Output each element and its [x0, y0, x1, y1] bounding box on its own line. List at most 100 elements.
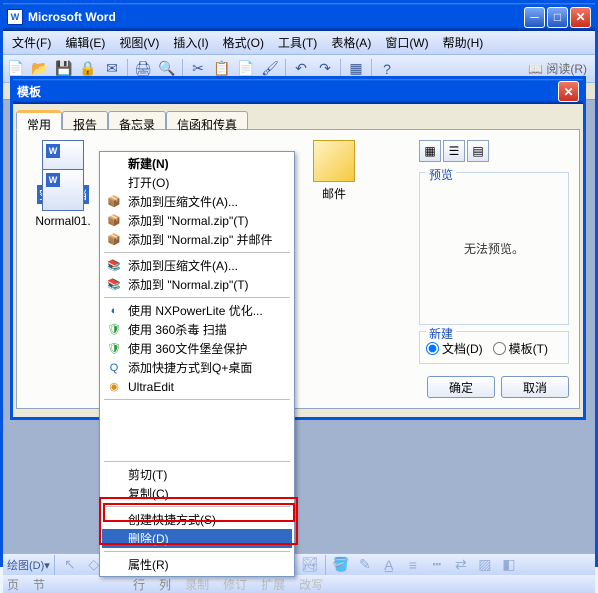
view-list-button[interactable]: ☰ [443, 140, 465, 162]
radio-document-input[interactable] [426, 342, 439, 355]
ctx-add-normal-mail[interactable]: 📦添加到 "Normal.zip" 并邮件 [102, 230, 292, 249]
shield-icon: 🛡 [106, 341, 122, 357]
menu-help[interactable]: 帮助(H) [436, 31, 491, 54]
draw-menu[interactable]: 绘图(D)▾ [7, 557, 50, 573]
menu-bar: 文件(F) 编辑(E) 视图(V) 插入(I) 格式(O) 工具(T) 表格(A… [3, 31, 595, 55]
tab-general[interactable]: 常用 [16, 111, 62, 130]
status-rec: 录制 [185, 576, 209, 593]
dialog-tabs: 常用 报告 备忘录 信函和传真 [13, 104, 583, 129]
3d-icon[interactable]: ◧ [498, 554, 520, 576]
line-style-icon[interactable]: ≡ [402, 554, 424, 576]
dialog-right-panel: ▦ ☰ ▤ 预览 无法预览。 新建 文档(D) 模板(T) 确定 取消 [419, 140, 569, 398]
cancel-button[interactable]: 取消 [501, 376, 569, 398]
ctx-add-zip2[interactable]: 📚添加到压缩文件(A)... [102, 256, 292, 275]
template-email[interactable]: 邮件 [298, 140, 370, 202]
menu-table[interactable]: 表格(A) [324, 31, 378, 54]
status-bar: 页 节 行 列 录制 修订 扩展 改写 [3, 575, 595, 593]
archive-icon: 📚 [106, 258, 122, 274]
arrow-style-icon[interactable]: ⇄ [450, 554, 472, 576]
separator [104, 551, 290, 552]
font-color-icon[interactable]: A̲ [378, 554, 400, 576]
separator [104, 252, 290, 253]
word-app-icon: W [7, 9, 23, 25]
template-normal[interactable]: Normal01. [27, 169, 99, 228]
view-large-icons-button[interactable]: ▦ [419, 140, 441, 162]
separator [104, 461, 290, 462]
ctx-add-normal2[interactable]: 📚添加到 "Normal.zip"(T) [102, 275, 292, 294]
tab-memos[interactable]: 备忘录 [108, 111, 166, 129]
select-arrow-icon[interactable]: ↖ [59, 554, 81, 576]
ctx-delete[interactable]: 删除(D) [102, 529, 292, 548]
fill-color-icon[interactable]: 🪣 [330, 554, 352, 576]
ctx-add-normal[interactable]: 📦添加到 "Normal.zip"(T) [102, 211, 292, 230]
ctx-shortcut[interactable]: 创建快捷方式(S) [102, 510, 292, 529]
radio-template[interactable]: 模板(T) [493, 340, 548, 357]
ctx-nxpower[interactable]: ◐使用 NXPowerLite 优化... [102, 301, 292, 320]
dialog-close-button[interactable]: ✕ [558, 81, 579, 102]
templates-dialog: 模板 ✕ 常用 报告 备忘录 信函和传真 空白文档 邮件 Normal01. [10, 76, 586, 420]
qplus-icon: Q [106, 360, 122, 376]
context-menu: 新建(N) 打开(O) 📦添加到压缩文件(A)... 📦添加到 "Normal.… [99, 151, 295, 577]
dialog-title: 模板 [17, 83, 558, 100]
dialog-titlebar[interactable]: 模板 ✕ [13, 79, 583, 104]
preview-group-label: 预览 [426, 166, 456, 183]
menu-view[interactable]: 视图(V) [112, 31, 166, 54]
ctx-cut[interactable]: 剪切(T) [102, 465, 292, 484]
main-titlebar[interactable]: W Microsoft Word ─ □ ✕ [3, 3, 595, 31]
status-sec: 节 [33, 576, 45, 593]
view-details-button[interactable]: ▤ [467, 140, 489, 162]
status-ovr: 改写 [299, 576, 323, 593]
window-title: Microsoft Word [28, 10, 524, 24]
menu-window[interactable]: 窗口(W) [378, 31, 435, 54]
shadow-icon[interactable]: ▨ [474, 554, 496, 576]
picture-icon[interactable]: 🏞 [299, 554, 321, 576]
ctx-add-zip[interactable]: 📦添加到压缩文件(A)... [102, 192, 292, 211]
menu-insert[interactable]: 插入(I) [166, 31, 215, 54]
separator [104, 399, 290, 400]
ctx-360scan[interactable]: 🛡使用 360杀毒 扫描 [102, 320, 292, 339]
status-line: 行 [133, 576, 145, 593]
tab-reports[interactable]: 报告 [62, 111, 108, 129]
ctx-open[interactable]: 打开(O) [102, 173, 292, 192]
menu-file[interactable]: 文件(F) [5, 31, 58, 54]
menu-tools[interactable]: 工具(T) [271, 31, 324, 54]
preview-group: 预览 无法预览。 [419, 172, 569, 325]
ultraedit-icon: ◉ [106, 379, 122, 395]
new-group: 新建 文档(D) 模板(T) [419, 331, 569, 364]
tab-letters[interactable]: 信函和传真 [166, 111, 248, 129]
ok-button[interactable]: 确定 [427, 376, 495, 398]
ctx-qplus[interactable]: Q添加快捷方式到Q+桌面 [102, 358, 292, 377]
ctx-new[interactable]: 新建(N) [102, 154, 292, 173]
line-color-icon[interactable]: ✎ [354, 554, 376, 576]
ctx-properties[interactable]: 属性(R) [102, 555, 292, 574]
menu-edit[interactable]: 编辑(E) [58, 31, 112, 54]
archive-icon: 📦 [106, 232, 122, 248]
drawing-toolbar: 绘图(D)▾ ↖ ◇ ＼ → ▭ ○ A 𝐴 ◈ 🖼 🏞 🪣 ✎ A̲ ≡ ┅ … [3, 553, 595, 575]
ctx-ultraedit[interactable]: ◉UltraEdit [102, 377, 292, 396]
nxpower-icon: ◐ [106, 303, 122, 319]
maximize-button[interactable]: □ [547, 7, 568, 28]
dash-style-icon[interactable]: ┅ [426, 554, 448, 576]
menu-format[interactable]: 格式(O) [216, 31, 271, 54]
email-icon [313, 140, 355, 182]
preview-content: 无法预览。 [426, 179, 562, 318]
minimize-button[interactable]: ─ [524, 7, 545, 28]
ctx-copy[interactable]: 复制(C) [102, 484, 292, 503]
radio-template-input[interactable] [493, 342, 506, 355]
archive-icon: 📚 [106, 277, 122, 293]
status-ext: 扩展 [261, 576, 285, 593]
status-page: 页 [7, 576, 19, 593]
archive-icon: 📦 [106, 194, 122, 210]
word-doc-icon [42, 169, 84, 211]
separator [104, 506, 290, 507]
new-group-label: 新建 [426, 325, 456, 342]
status-col: 列 [159, 576, 171, 593]
separator [104, 297, 290, 298]
template-label: 邮件 [322, 187, 346, 201]
ctx-360fort[interactable]: 🛡使用 360文件堡垒保护 [102, 339, 292, 358]
status-rev: 修订 [223, 576, 247, 593]
template-label: Normal01. [35, 214, 90, 228]
archive-icon: 📦 [106, 213, 122, 229]
radio-document[interactable]: 文档(D) [426, 340, 483, 357]
close-button[interactable]: ✕ [570, 7, 591, 28]
